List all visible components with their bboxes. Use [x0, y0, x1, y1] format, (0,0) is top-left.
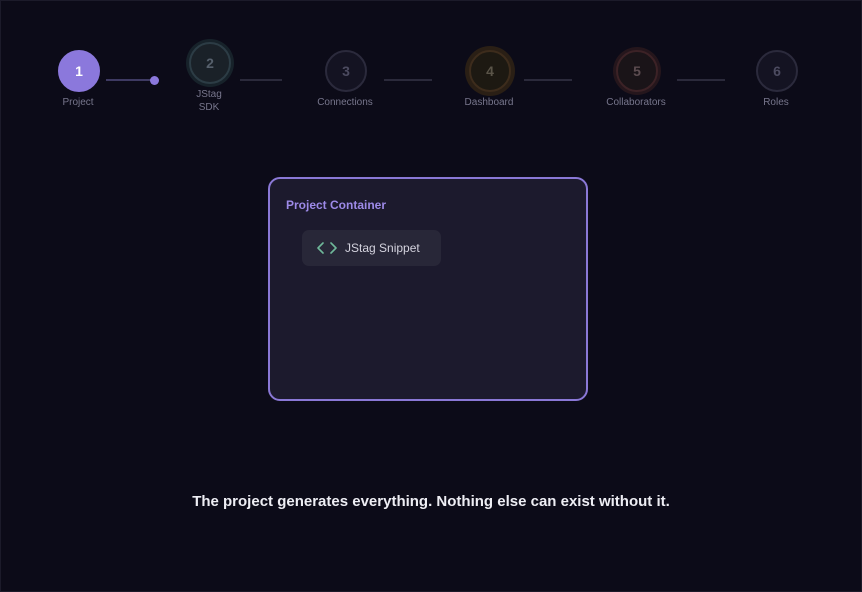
- step-connector-5: [677, 79, 725, 81]
- step-number[interactable]: 6: [756, 50, 798, 92]
- step-connections[interactable]: 3 Connections: [317, 50, 373, 108]
- step-connector-3: [384, 79, 432, 81]
- code-brackets-icon: [317, 241, 337, 255]
- step-label: JStag SDK: [196, 89, 222, 113]
- caption-text: The project generates everything. Nothin…: [192, 493, 670, 510]
- step-label: Collaborators: [606, 97, 666, 108]
- step-number[interactable]: 3: [325, 50, 367, 92]
- step-number[interactable]: 2: [189, 42, 231, 84]
- step-connector-1: [106, 79, 152, 81]
- step-jstag-sdk[interactable]: 2 JStag SDK: [189, 42, 231, 113]
- container-title: Project Container: [286, 198, 387, 212]
- step-label: Roles: [763, 97, 789, 108]
- step-collaborators[interactable]: 5 Collaborators: [606, 50, 666, 108]
- step-dashboard[interactable]: 4 Dashboard: [465, 50, 513, 108]
- project-container-card: Project Container JStag Snippet: [268, 177, 588, 401]
- jstag-snippet-chip[interactable]: JStag Snippet: [302, 230, 441, 266]
- chip-label: JStag Snippet: [345, 241, 420, 255]
- step-connector-2: [240, 79, 282, 81]
- onboarding-stepper: 1 Project 2 JStag SDK 3 Connections 4 Da…: [0, 0, 862, 130]
- step-project[interactable]: 1 Project: [58, 50, 100, 108]
- step-number[interactable]: 4: [469, 50, 511, 92]
- step-label: Dashboard: [464, 97, 514, 108]
- step-roles[interactable]: 6 Roles: [756, 50, 798, 108]
- progress-dot: [150, 76, 159, 85]
- step-label: Project: [62, 97, 94, 108]
- step-number[interactable]: 1: [58, 50, 100, 92]
- step-number[interactable]: 5: [616, 50, 658, 92]
- step-connector-4: [524, 79, 572, 81]
- step-label: Connections: [317, 97, 373, 108]
